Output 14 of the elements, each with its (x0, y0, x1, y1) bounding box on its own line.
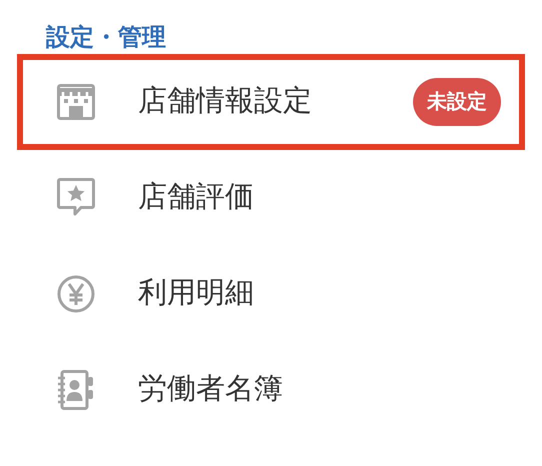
section-title: 設定・管理 (46, 23, 167, 53)
status-badge: 未設定 (413, 78, 501, 126)
yen-coin-icon (57, 275, 95, 313)
storefront-icon (57, 84, 95, 120)
menu-item-label: 労働者名簿 (138, 372, 283, 408)
menu-item[interactable]: 利用明細 (17, 246, 525, 342)
menu-item-label: 利用明細 (138, 276, 254, 312)
menu-item[interactable]: 労働者名簿 (17, 342, 525, 438)
menu-item[interactable]: 店舗情報設定 未設定 (17, 54, 525, 150)
menu-item[interactable]: 店舗評価 (17, 150, 525, 246)
menu-item-label: 店舗情報設定 (138, 84, 312, 120)
address-book-icon (57, 370, 95, 410)
menu-item-label: 店舗評価 (138, 180, 254, 216)
star-speech-bubble-icon (57, 178, 95, 218)
